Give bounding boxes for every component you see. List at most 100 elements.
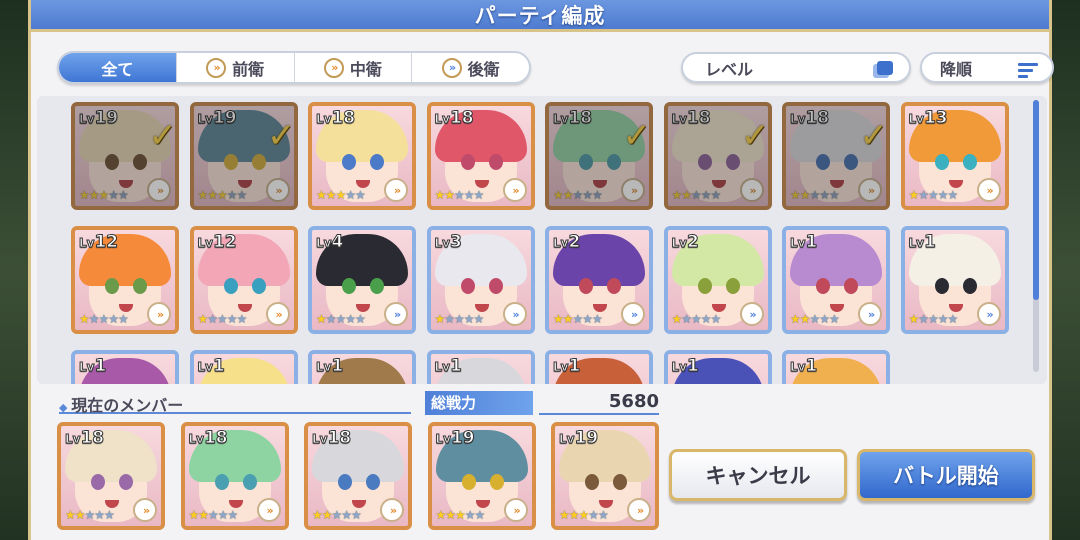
character-eye <box>607 154 621 170</box>
roster-character-card[interactable]: Lv2 ★★★★★ » <box>545 226 653 334</box>
sort-lines-icon <box>1018 63 1038 81</box>
roster-scrollbar-thumb[interactable] <box>1033 100 1039 300</box>
character-eye <box>725 154 740 170</box>
roster-scrollbar[interactable] <box>1033 100 1039 372</box>
party-member-card[interactable]: Lv19 ★★★★★ » <box>427 422 536 530</box>
page-title: パーティ編成 <box>474 3 606 28</box>
party-formation-panel: パーティ編成 全て » 前衛 » 中衛 » 後衛 レベル 降順 Lv19 ★★★★… <box>28 0 1054 540</box>
roster-character-card[interactable]: Lv13 ★★★★★ » <box>900 102 1009 210</box>
current-members-text: 現在のメンバー <box>71 396 184 415</box>
level-label: Lv1 <box>78 356 107 377</box>
character-eye <box>342 154 356 170</box>
roster-character-card[interactable]: Lv12 ★★★★★ » <box>71 226 179 334</box>
window-stack-icon <box>877 61 893 75</box>
rarity-stars: ★★★★★ <box>197 188 248 202</box>
level-label: Lv1 <box>671 356 699 377</box>
party-member-card[interactable]: Lv19 ★★★★★ » <box>551 422 659 530</box>
character-eye <box>460 154 475 170</box>
position-badge-icon: » <box>502 302 527 326</box>
roster-character-card[interactable]: Lv3 ★★★★★ » <box>426 226 535 334</box>
roster-character-card[interactable]: Lv19 ★★★★★ » ✓ <box>189 102 298 210</box>
level-label: Lv12 <box>197 232 237 253</box>
roster-character-card[interactable]: Lv2 ★★★★★ » <box>663 226 772 334</box>
rarity-stars: ★★★★★ <box>188 508 239 522</box>
position-badge-icon: » <box>147 178 171 202</box>
character-eye <box>962 154 977 170</box>
tab-all[interactable]: 全て <box>59 53 177 82</box>
roster-character-card[interactable]: Lv18 ★★★★★ » <box>308 102 416 210</box>
character-eye <box>242 474 257 490</box>
rarity-stars: ★★★★★ <box>790 188 840 202</box>
tab-middle[interactable]: » 中衛 <box>295 53 413 82</box>
roster-character-card[interactable]: Lv18 ★★★★★ » ✓ <box>782 102 890 210</box>
level-label: Lv4 <box>315 232 344 253</box>
title-bar: パーティ編成 <box>31 0 1049 32</box>
rarity-stars: ★★★★★ <box>79 188 129 202</box>
sort-order-button[interactable]: 降順 <box>920 52 1054 83</box>
position-badge-icon: » <box>265 178 290 202</box>
level-label: Lv18 <box>188 428 228 449</box>
roster-character-card[interactable]: Lv1★★★★★» <box>545 350 653 384</box>
party-member-card[interactable]: Lv18 ★★★★★ » <box>180 422 289 530</box>
roster-character-card[interactable]: Lv4 ★★★★★ » <box>308 226 416 334</box>
character-eye <box>725 278 740 294</box>
roster-character-card[interactable]: Lv1★★★★★» <box>426 350 535 384</box>
position-badge-icon: » <box>739 302 764 326</box>
level-label: Lv19 <box>435 428 475 449</box>
character-eye <box>579 278 593 294</box>
roster-character-card[interactable]: Lv18 ★★★★★ » ✓ <box>663 102 772 210</box>
tab-all-label: 全て <box>101 59 134 79</box>
rarity-stars: ★★★★★ <box>671 312 722 326</box>
roster-character-card[interactable]: Lv1★★★★★» <box>782 226 890 334</box>
character-eye <box>105 154 119 170</box>
party-member-card[interactable]: Lv18 ★★★★★ » <box>57 422 165 530</box>
total-power-label: 総戦力 <box>425 391 533 415</box>
character-eye <box>338 474 352 490</box>
character-eye <box>962 278 977 294</box>
roster-character-card[interactable]: Lv1★★★★★» <box>900 226 1009 334</box>
character-eye <box>251 278 266 294</box>
roster-character-card[interactable]: Lv12 ★★★★★ » <box>189 226 298 334</box>
position-badge-icon: » <box>147 302 171 326</box>
position-badge-icon: » <box>621 178 645 202</box>
roster-character-card[interactable]: Lv1★★★★★» <box>782 350 890 384</box>
level-label: Lv3 <box>434 232 462 253</box>
rarity-stars: ★★★★★ <box>79 312 129 326</box>
rarity-stars: ★★★★★ <box>316 312 366 326</box>
tab-front[interactable]: » 前衛 <box>177 53 295 82</box>
tab-back[interactable]: » 後衛 <box>412 53 529 82</box>
character-eye <box>816 278 830 294</box>
level-label: Lv18 <box>671 108 711 129</box>
character-eye <box>91 474 105 490</box>
position-badge-icon: » <box>503 498 528 522</box>
selected-check-icon: ✓ <box>859 116 888 156</box>
character-eye <box>697 278 712 294</box>
character-eye <box>366 474 380 490</box>
character-eye <box>934 154 949 170</box>
sort-select[interactable]: レベル <box>681 52 911 83</box>
roster-character-card[interactable]: Lv1★★★★★» <box>189 350 298 384</box>
roster-character-card[interactable]: Lv1★★★★★» <box>71 350 179 384</box>
level-label: Lv1 <box>315 356 344 377</box>
roster-character-card[interactable]: Lv18 ★★★★★ » ✓ <box>545 102 653 210</box>
roster-character-card[interactable]: Lv18 ★★★★★ » <box>426 102 535 210</box>
character-eye <box>370 154 384 170</box>
character-eye <box>579 154 593 170</box>
rarity-stars: ★★★★★ <box>65 508 115 522</box>
character-eye <box>370 278 384 294</box>
roster-character-card[interactable]: Lv19 ★★★★★ » ✓ <box>71 102 179 210</box>
current-members-label: 現在のメンバー <box>59 392 411 415</box>
rarity-stars: ★★★★★ <box>908 188 959 202</box>
position-badge-icon: » <box>265 302 290 326</box>
position-filter-tabs: 全て » 前衛 » 中衛 » 後衛 <box>57 51 531 84</box>
level-label: Lv18 <box>64 428 105 449</box>
roster-character-card[interactable]: Lv1★★★★★» <box>663 350 772 384</box>
cancel-button[interactable]: キャンセル <box>669 449 847 501</box>
roster-character-card[interactable]: Lv1★★★★★» <box>308 350 416 384</box>
battle-start-button[interactable]: バトル開始 <box>857 449 1035 501</box>
party-member-card[interactable]: Lv18 ★★★★★ » <box>304 422 412 530</box>
position-badge-icon: » <box>976 302 1001 326</box>
level-label: Lv1 <box>908 232 936 253</box>
character-eye <box>214 474 229 490</box>
character-eye <box>105 278 119 294</box>
